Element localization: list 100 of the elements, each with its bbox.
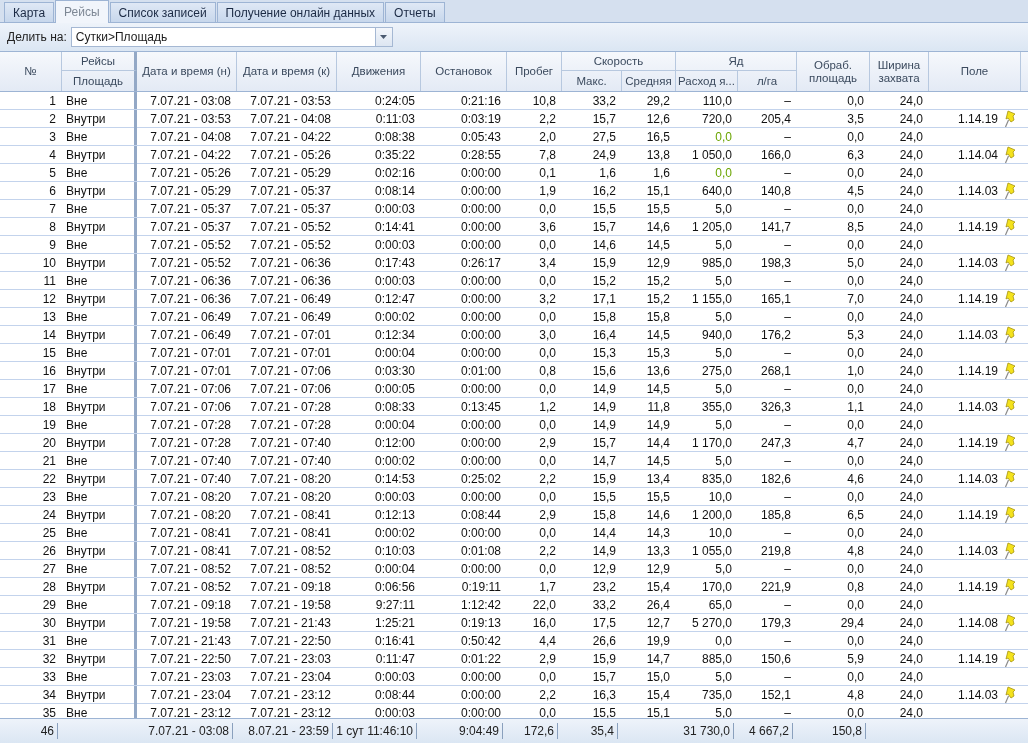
- table-cell-text: 7.07.21 - 04:08: [149, 128, 232, 145]
- table-cell-text: 0:00:03: [373, 668, 416, 685]
- table-cell-text: 7.07.21 - 07:28: [149, 416, 232, 433]
- table-cell-text: 0:00:04: [373, 560, 416, 577]
- split-dropdown[interactable]: Сутки>Площадь: [70, 27, 393, 47]
- table-cell: 1.14.19: [957, 112, 998, 126]
- table-cell-text: 24,0: [898, 435, 924, 452]
- table-cell-text: 2,2: [538, 111, 557, 128]
- column-header: Рейсы: [62, 52, 137, 71]
- table-cell-text: 33,2: [591, 92, 617, 109]
- table-cell-text: 2,2: [538, 543, 557, 560]
- table-cell-text: 24: [41, 507, 57, 524]
- column-header: Поле: [929, 52, 1021, 91]
- table-cell-text: 7.07.21 - 07:01: [249, 327, 332, 344]
- caret-icon: [380, 35, 388, 39]
- table-cell-text: 835,0: [700, 471, 733, 488]
- table-cell-text: 24,0: [898, 164, 924, 181]
- table-cell-text: 0:00:00: [459, 488, 502, 505]
- table-cell-text: 7.07.21 - 09:18: [149, 596, 232, 613]
- table-cell-text: 7.07.21 - 07:06: [249, 380, 332, 397]
- table-cell: Вне: [62, 308, 137, 325]
- table-cell-text: 0,0: [538, 668, 557, 685]
- table-cell-text: 166,0: [759, 147, 792, 164]
- table-cell-text: 140,8: [759, 183, 792, 200]
- table-cell-text: –: [783, 416, 792, 433]
- table-cell-text: 7.07.21 - 08:52: [149, 560, 232, 577]
- table-cell-text: 7.07.21 - 22:50: [149, 651, 232, 668]
- tab[interactable]: Получение онлайн данных: [216, 2, 385, 22]
- table-cell-text: 170,0: [700, 579, 733, 596]
- table-cell-text: 0,0: [846, 596, 865, 613]
- table-cell-text: 0:08:44: [373, 687, 416, 704]
- table-cell-text: 24,0: [898, 219, 924, 236]
- table-cell-text: 110,0: [701, 92, 733, 109]
- table-cell-text: 7.07.21 - 23:12: [249, 704, 332, 718]
- table-cell-text: 7.07.21 - 06:36: [149, 291, 232, 308]
- table-cell-text: 29,2: [645, 92, 671, 109]
- table-cell: Внутри: [62, 686, 137, 704]
- table-cell-text: 0,0: [846, 308, 865, 325]
- tab[interactable]: Карта: [4, 2, 55, 22]
- table-cell-text: 0:00:03: [373, 272, 416, 289]
- table-cell: 1.14.19: [957, 220, 998, 234]
- table-cell-text: 0,0: [846, 488, 865, 505]
- table-cell-text: 0,0: [538, 524, 557, 541]
- table-cell-text: 7.07.21 - 23:04: [149, 687, 232, 704]
- column-header: Макс.: [562, 71, 622, 91]
- table-cell-text: 7.07.21 - 07:40: [249, 452, 332, 469]
- table-cell-text: 1,1: [846, 399, 865, 416]
- table-cell-text: 7.07.21 - 08:52: [249, 560, 332, 577]
- table-cell-text: 0:03:19: [459, 111, 502, 128]
- table-cell-text: 7.07.21 - 06:49: [149, 327, 232, 344]
- table-cell-text: 1 050,0: [690, 147, 733, 164]
- table-cell-text: 0:25:02: [459, 471, 502, 488]
- total-cell: 4 667,2: [748, 723, 793, 739]
- table-cell-text: 15,9: [591, 255, 617, 272]
- table-cell: Вне: [62, 668, 137, 685]
- table-cell-text: 185,8: [759, 507, 792, 524]
- table-cell-text: 24,0: [898, 632, 924, 649]
- table-cell: 1.14.03: [957, 256, 998, 270]
- table-cell-text: 14,9: [645, 416, 671, 433]
- table-cell-text: 24,0: [898, 344, 924, 361]
- tab[interactable]: Список записей: [109, 2, 216, 22]
- table-cell-text: 7.07.21 - 06:36: [149, 272, 232, 289]
- table-cell-text: 0:19:11: [460, 579, 502, 596]
- table-cell-text: 1 200,0: [690, 507, 733, 524]
- table-cell: Внутри: [62, 326, 137, 344]
- table-cell-text: 2,9: [538, 651, 557, 668]
- table-cell-text: 0,0: [538, 380, 557, 397]
- tab[interactable]: Отчеты: [385, 2, 445, 22]
- table-cell-text: 7.07.21 - 06:36: [249, 272, 332, 289]
- table-cell-text: 4,8: [846, 687, 865, 704]
- table-cell-text: 7.07.21 - 05:37: [149, 200, 232, 217]
- table-cell-text: 16,5: [645, 128, 671, 145]
- table-cell-text: 15,7: [591, 435, 617, 452]
- table-cell-text: 15,2: [645, 291, 671, 308]
- table-cell-text: 7.07.21 - 03:08: [149, 92, 232, 109]
- table-cell-text: 14,9: [591, 543, 617, 560]
- table-cell: 1.14.04: [957, 148, 998, 162]
- table-cell-text: 14,5: [645, 452, 671, 469]
- table-cell: 1.14.19: [957, 292, 998, 306]
- column-header: Движения: [337, 52, 421, 91]
- table-cell-text: 18: [41, 399, 57, 416]
- total-cell: 1 сут 11:46:10: [336, 723, 417, 739]
- table-cell: 1.14.08: [957, 616, 998, 630]
- table-cell-text: 205,4: [759, 111, 792, 128]
- table-cell-text: 176,2: [759, 327, 792, 344]
- table-cell: Внутри: [62, 614, 137, 632]
- table-cell-text: 885,0: [700, 651, 733, 668]
- table-cell-text: 26,6: [591, 632, 617, 649]
- table-cell-text: 9:27:11: [374, 596, 416, 613]
- table-cell: Внутри: [62, 398, 137, 416]
- table-cell-text: 2: [48, 111, 57, 128]
- table-cell-text: 24,0: [898, 183, 924, 200]
- table-cell-text: 22: [41, 471, 57, 488]
- table-cell-text: 7.07.21 - 04:22: [149, 147, 232, 164]
- table-cell-text: 7.07.21 - 07:40: [249, 435, 332, 452]
- table-cell-text: 326,3: [759, 399, 792, 416]
- table-cell-text: 14,3: [645, 524, 671, 541]
- split-label: Делить на:: [7, 30, 67, 44]
- table-cell-text: 275,0: [700, 363, 733, 380]
- table-cell-text: 15,9: [591, 651, 617, 668]
